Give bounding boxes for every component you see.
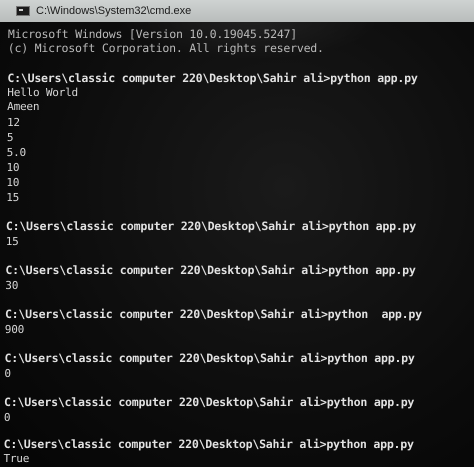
console-line: Microsoft Windows [Version 10.0.19045.52…: [7, 26, 298, 42]
command-line: C:\Users\classic computer 220\Desktop\Sa…: [4, 395, 415, 410]
cmd-app-icon: [16, 6, 30, 16]
output-line: 0: [4, 367, 11, 381]
output-line: Hello World: [7, 86, 79, 100]
output-line: 15: [6, 191, 20, 205]
output-line: True: [3, 452, 30, 466]
command-line: C:\Users\classic computer 220\Desktop\Sa…: [3, 437, 414, 452]
command-line: C:\Users\classic computer 220\Desktop\Sa…: [7, 71, 418, 86]
output-line: 900: [4, 323, 25, 337]
console-line: (c) Microsoft Corporation. All rights re…: [7, 41, 324, 56]
output-line: 30: [5, 279, 19, 293]
output-line: 15: [5, 235, 19, 249]
console-output[interactable]: Microsoft Windows [Version 10.0.19045.52…: [3, 26, 474, 467]
output-line: 10: [6, 161, 20, 175]
output-line: Ameen: [7, 100, 40, 114]
output-line: 5: [6, 131, 14, 145]
output-line: 10: [6, 176, 20, 190]
output-line: 0: [3, 411, 11, 425]
window-title: C:\Windows\System32\cmd.exe: [36, 5, 192, 17]
title-bar[interactable]: C:\Windows\System32\cmd.exe: [0, 0, 474, 22]
command-line: C:\Users\classic computer 220\Desktop\Sa…: [5, 263, 416, 278]
command-line: C:\Users\classic computer 220\Desktop\Sa…: [4, 307, 422, 322]
command-line: C:\Users\classic computer 220\Desktop\Sa…: [5, 219, 417, 234]
output-line: 5.0: [6, 146, 27, 160]
cmd-window: C:\Windows\System32\cmd.exe Microsoft Wi…: [0, 0, 474, 467]
output-line: 12: [6, 116, 20, 130]
command-line: C:\Users\classic computer 220\Desktop\Sa…: [4, 351, 415, 366]
